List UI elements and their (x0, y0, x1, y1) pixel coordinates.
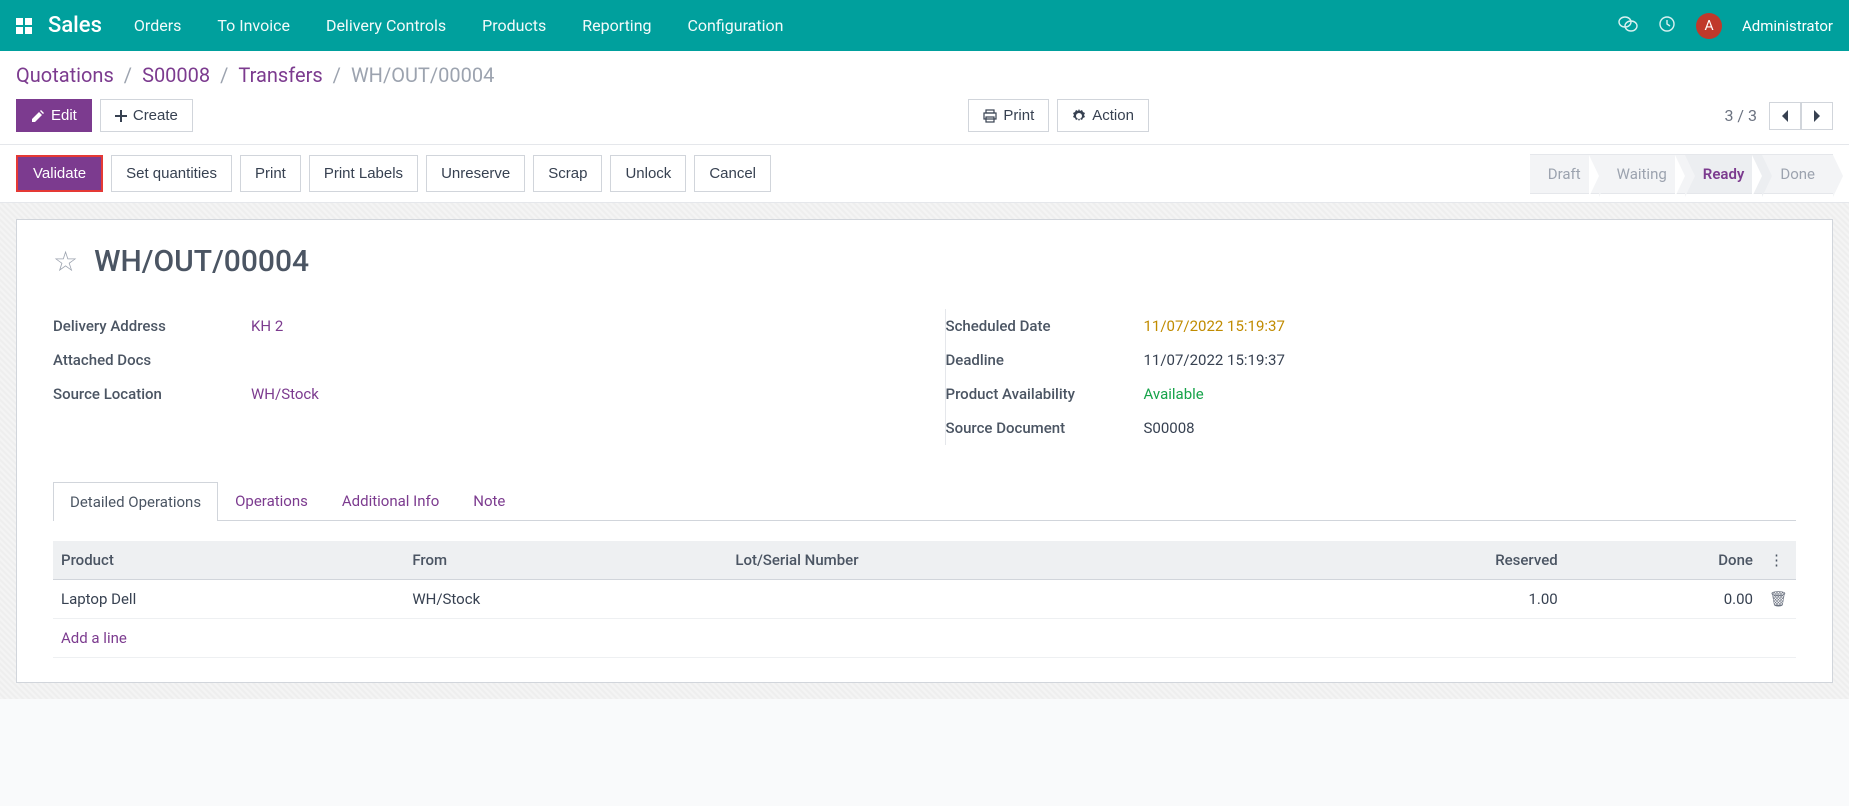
crumb-sep: / (333, 63, 341, 87)
nav-products[interactable]: Products (482, 16, 546, 35)
action-button[interactable]: Action (1057, 99, 1149, 132)
scrap-button[interactable]: Scrap (533, 155, 602, 192)
notebook-tabs: Detailed Operations Operations Additiona… (53, 481, 1796, 521)
source-location-label: Source Location (53, 385, 243, 403)
delete-row-icon[interactable]: 🗑 (1769, 590, 1788, 608)
chat-icon[interactable] (1618, 15, 1638, 37)
create-button[interactable]: Create (100, 99, 193, 132)
status-waiting[interactable]: Waiting (1599, 154, 1685, 194)
create-label: Create (133, 107, 178, 124)
th-reserved[interactable]: Reserved (1263, 541, 1565, 580)
crumb-s00008[interactable]: S00008 (142, 63, 210, 87)
th-lot[interactable]: Lot/Serial Number (727, 541, 1263, 580)
crumb-sep: / (124, 63, 132, 87)
table-row[interactable]: Laptop Dell WH/Stock 1.00 0.00 🗑 (53, 580, 1796, 619)
availability-label: Product Availability (946, 385, 1136, 403)
validate-button[interactable]: Validate (18, 157, 101, 190)
status-done[interactable]: Done (1762, 154, 1833, 194)
form-sheet: ☆ WH/OUT/00004 Delivery Address KH 2 Att… (16, 219, 1833, 683)
chevron-left-icon (1780, 109, 1790, 123)
source-document-value: S00008 (1136, 419, 1797, 437)
tab-additional-info[interactable]: Additional Info (325, 481, 456, 520)
th-product[interactable]: Product (53, 541, 404, 580)
nav-menu: Orders To Invoice Delivery Controls Prod… (134, 16, 1618, 35)
tab-operations[interactable]: Operations (218, 481, 325, 520)
add-line-label: Add a line (53, 619, 1796, 658)
cell-product: Laptop Dell (53, 580, 404, 619)
status-steps: Draft Waiting Ready Done (1530, 154, 1833, 194)
status-bar: Validate Set quantities Print Print Labe… (0, 145, 1849, 203)
nav-delivery-controls[interactable]: Delivery Controls (326, 16, 446, 35)
form-left: Delivery Address KH 2 Attached Docs Sour… (53, 309, 905, 445)
apps-grid-icon[interactable] (16, 18, 32, 34)
edit-label: Edit (51, 107, 77, 124)
record-title: WH/OUT/00004 (94, 244, 309, 279)
print-labels-button[interactable]: Print Labels (309, 155, 418, 192)
cell-reserved: 1.00 (1263, 580, 1565, 619)
nav-configuration[interactable]: Configuration (688, 16, 784, 35)
deadline-value: 11/07/2022 15:19:37 (1136, 351, 1797, 369)
star-icon[interactable]: ☆ (53, 245, 78, 278)
scheduled-date-label: Scheduled Date (946, 317, 1136, 335)
clock-icon[interactable] (1658, 15, 1676, 37)
cell-from: WH/Stock (404, 580, 727, 619)
app-title[interactable]: Sales (48, 13, 102, 38)
printer-icon (983, 109, 997, 123)
user-name[interactable]: Administrator (1742, 17, 1833, 35)
crumb-current: WH/OUT/00004 (351, 63, 494, 87)
nav-orders[interactable]: Orders (134, 16, 181, 35)
th-from[interactable]: From (404, 541, 727, 580)
sheet-background: ☆ WH/OUT/00004 Delivery Address KH 2 Att… (0, 203, 1849, 699)
source-location-value[interactable]: WH/Stock (243, 385, 905, 403)
plus-icon (115, 110, 127, 122)
deadline-label: Deadline (946, 351, 1136, 369)
delivery-address-label: Delivery Address (53, 317, 243, 335)
action-label: Action (1092, 107, 1134, 124)
status-ready[interactable]: Ready (1685, 154, 1763, 194)
nav-reporting[interactable]: Reporting (582, 16, 651, 35)
edit-button[interactable]: Edit (16, 99, 92, 132)
delivery-address-value[interactable]: KH 2 (243, 317, 905, 335)
source-document-label: Source Document (946, 419, 1136, 437)
th-done[interactable]: Done (1566, 541, 1761, 580)
top-nav: Sales Orders To Invoice Delivery Control… (0, 0, 1849, 51)
validate-highlight: Validate (16, 155, 103, 192)
cell-done: 0.00 (1566, 580, 1761, 619)
cell-lot (727, 580, 1263, 619)
attached-docs-value (243, 351, 905, 369)
chevron-right-icon (1812, 109, 1822, 123)
unlock-button[interactable]: Unlock (610, 155, 686, 192)
crumb-transfers[interactable]: Transfers (238, 63, 322, 87)
cancel-button[interactable]: Cancel (694, 155, 771, 192)
pager[interactable]: 3 / 3 (1724, 106, 1757, 125)
print-picking-button[interactable]: Print (240, 155, 301, 192)
prev-button[interactable] (1769, 102, 1801, 130)
form-right: Scheduled Date 11/07/2022 15:19:37 Deadl… (945, 309, 1797, 445)
crumb-sep: / (220, 63, 228, 87)
th-options[interactable]: ⋮ (1761, 541, 1796, 580)
operations-table: Product From Lot/Serial Number Reserved … (53, 541, 1796, 658)
breadcrumb: Quotations / S00008 / Transfers / WH/OUT… (16, 63, 1833, 87)
control-bar: Quotations / S00008 / Transfers / WH/OUT… (0, 51, 1849, 145)
tab-note[interactable]: Note (456, 481, 522, 520)
pencil-icon (31, 109, 45, 123)
user-avatar[interactable]: A (1696, 13, 1722, 39)
availability-value: Available (1136, 385, 1797, 403)
crumb-quotations[interactable]: Quotations (16, 63, 114, 87)
scheduled-date-value: 11/07/2022 15:19:37 (1136, 317, 1797, 335)
unreserve-button[interactable]: Unreserve (426, 155, 525, 192)
print-label: Print (1003, 107, 1034, 124)
nav-right: A Administrator (1618, 13, 1833, 39)
tab-detailed-operations[interactable]: Detailed Operations (53, 482, 218, 521)
nav-to-invoice[interactable]: To Invoice (217, 16, 290, 35)
add-line-row[interactable]: Add a line (53, 619, 1796, 658)
next-button[interactable] (1801, 102, 1833, 130)
attached-docs-label: Attached Docs (53, 351, 243, 369)
print-button[interactable]: Print (968, 99, 1049, 132)
gear-icon (1072, 109, 1086, 123)
set-quantities-button[interactable]: Set quantities (111, 155, 232, 192)
